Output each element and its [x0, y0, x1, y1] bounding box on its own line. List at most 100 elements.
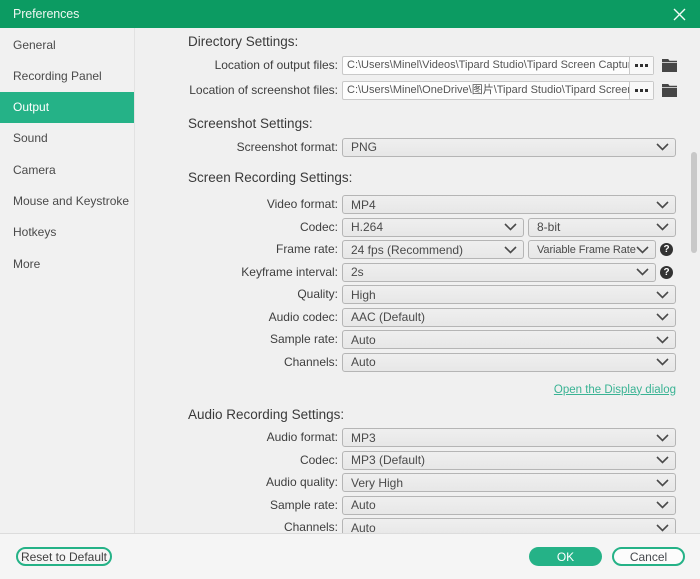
- audio-codec-dropdown[interactable]: AAC (Default): [342, 308, 676, 327]
- screenshot-files-label: Location of screenshot files:: [188, 81, 338, 100]
- audio-codec2-label: Codec:: [188, 451, 338, 470]
- audio-channels-dropdown[interactable]: Auto: [342, 518, 676, 533]
- screenshot-format-dropdown[interactable]: PNG: [342, 138, 676, 157]
- audio-quality-label: Audio quality:: [188, 473, 338, 492]
- keyframe-interval-dropdown[interactable]: 2s: [342, 263, 656, 282]
- sidebar-item-hotkeys[interactable]: Hotkeys: [0, 217, 134, 248]
- window-title: Preferences: [0, 7, 79, 21]
- channels-row: Channels: Auto: [188, 353, 676, 372]
- chevron-down-icon: [504, 223, 517, 231]
- frame-rate-row: Frame rate: 24 fps (Recommend) Variable …: [188, 240, 676, 259]
- video-format-dropdown[interactable]: MP4: [342, 195, 676, 214]
- chevron-down-icon: [656, 336, 669, 344]
- codec-label: Codec:: [188, 218, 338, 237]
- audio-channels-row: Channels: Auto: [188, 518, 676, 533]
- output-files-row: Location of output files: C:\Users\Minel…: [188, 56, 676, 75]
- audio-recording-settings-heading: Audio Recording Settings:: [188, 405, 676, 425]
- audio-sample-rate-row: Sample rate: Auto: [188, 496, 676, 515]
- vertical-scrollbar-thumb[interactable]: [691, 152, 697, 253]
- sidebar-item-recording-panel[interactable]: Recording Panel: [0, 61, 134, 92]
- folder-icon: [662, 59, 677, 72]
- audio-format-dropdown[interactable]: MP3: [342, 428, 676, 447]
- chevron-down-icon: [656, 291, 669, 299]
- keyframe-interval-help-icon[interactable]: ?: [660, 266, 673, 279]
- audio-codec2-dropdown[interactable]: MP3 (Default): [342, 451, 676, 470]
- video-format-row: Video format: MP4: [188, 195, 676, 214]
- output-files-open-folder-button[interactable]: [662, 56, 677, 75]
- quality-label: Quality:: [188, 285, 338, 304]
- chevron-down-icon: [656, 456, 669, 464]
- channels-dropdown[interactable]: Auto: [342, 353, 676, 372]
- audio-channels-label: Channels:: [188, 518, 338, 533]
- close-button[interactable]: [668, 3, 690, 25]
- output-files-browse-button[interactable]: [629, 57, 653, 74]
- chevron-down-icon: [636, 268, 649, 276]
- output-files-pathgroup: C:\Users\Minel\Videos\Tipard Studio\Tipa…: [342, 56, 654, 75]
- sample-rate-dropdown[interactable]: Auto: [342, 330, 676, 349]
- ellipsis-icon: [635, 89, 648, 92]
- video-format-label: Video format:: [188, 195, 338, 214]
- frame-rate-help-icon[interactable]: ?: [660, 243, 673, 256]
- quality-row: Quality: High: [188, 285, 676, 304]
- sample-rate-row: Sample rate: Auto: [188, 330, 676, 349]
- open-display-dialog-link[interactable]: Open the Display dialog: [554, 384, 676, 396]
- sidebar-item-sound[interactable]: Sound: [0, 123, 134, 154]
- audio-codec-label: Audio codec:: [188, 308, 338, 327]
- sidebar-item-camera[interactable]: Camera: [0, 155, 134, 186]
- output-files-path-field[interactable]: C:\Users\Minel\Videos\Tipard Studio\Tipa…: [343, 57, 629, 74]
- sidebar-item-general[interactable]: General: [0, 30, 134, 61]
- chevron-down-icon: [656, 143, 669, 151]
- chevron-down-icon: [656, 358, 669, 366]
- chevron-down-icon: [656, 524, 669, 532]
- audio-sample-rate-dropdown[interactable]: Auto: [342, 496, 676, 515]
- screen-recording-settings-heading: Screen Recording Settings:: [188, 168, 676, 188]
- chevron-down-icon: [656, 479, 669, 487]
- screenshot-format-label: Screenshot format:: [188, 138, 338, 157]
- sidebar-item-output[interactable]: Output: [0, 92, 134, 123]
- bit-depth-dropdown[interactable]: 8-bit: [528, 218, 676, 237]
- chevron-down-icon: [656, 501, 669, 509]
- titlebar: Preferences: [0, 0, 700, 28]
- codec-dropdown[interactable]: H.264: [342, 218, 524, 237]
- screenshot-files-row: Location of screenshot files: C:\Users\M…: [188, 81, 676, 100]
- audio-codec2-row: Codec: MP3 (Default): [188, 451, 676, 470]
- sidebar: General Recording Panel Output Sound Cam…: [0, 28, 135, 533]
- output-files-label: Location of output files:: [188, 56, 338, 75]
- audio-codec-row: Audio codec: AAC (Default): [188, 308, 676, 327]
- channels-label: Channels:: [188, 353, 338, 372]
- frame-rate-label: Frame rate:: [188, 240, 338, 259]
- folder-icon: [662, 84, 677, 97]
- directory-settings-heading: Directory Settings:: [188, 32, 676, 52]
- chevron-down-icon: [504, 246, 517, 254]
- frame-rate-mode-dropdown[interactable]: Variable Frame Rate: [528, 240, 656, 259]
- chevron-down-icon: [656, 223, 669, 231]
- screenshot-settings-heading: Screenshot Settings:: [188, 114, 676, 134]
- cancel-button[interactable]: Cancel: [612, 547, 685, 566]
- reset-to-default-button[interactable]: Reset to Default: [16, 547, 112, 566]
- chevron-down-icon: [636, 246, 649, 254]
- audio-quality-dropdown[interactable]: Very High: [342, 473, 676, 492]
- keyframe-interval-label: Keyframe interval:: [188, 263, 338, 282]
- chevron-down-icon: [656, 201, 669, 209]
- screenshot-files-open-folder-button[interactable]: [662, 81, 677, 100]
- keyframe-interval-row: Keyframe interval: 2s ?: [188, 263, 676, 282]
- sidebar-item-more[interactable]: More: [0, 249, 134, 280]
- chevron-down-icon: [656, 434, 669, 442]
- screenshot-files-path-field[interactable]: C:\Users\Minel\OneDrive\图片\Tipard Studio…: [343, 82, 629, 99]
- screenshot-files-pathgroup: C:\Users\Minel\OneDrive\图片\Tipard Studio…: [342, 81, 654, 100]
- close-icon: [673, 8, 686, 21]
- frame-rate-dropdown[interactable]: 24 fps (Recommend): [342, 240, 524, 259]
- ellipsis-icon: [635, 64, 648, 67]
- codec-row: Codec: H.264 8-bit: [188, 218, 676, 237]
- ok-button[interactable]: OK: [529, 547, 602, 566]
- audio-sample-rate-label: Sample rate:: [188, 496, 338, 515]
- footer-bar: Reset to Default OK Cancel: [0, 533, 700, 579]
- audio-quality-row: Audio quality: Very High: [188, 473, 676, 492]
- sidebar-item-mouse-and-keystroke[interactable]: Mouse and Keystroke: [0, 186, 134, 217]
- screenshot-format-row: Screenshot format: PNG: [188, 138, 676, 157]
- chevron-down-icon: [656, 313, 669, 321]
- screenshot-files-browse-button[interactable]: [629, 82, 653, 99]
- quality-dropdown[interactable]: High: [342, 285, 676, 304]
- audio-format-label: Audio format:: [188, 428, 338, 447]
- sample-rate-label: Sample rate:: [188, 330, 338, 349]
